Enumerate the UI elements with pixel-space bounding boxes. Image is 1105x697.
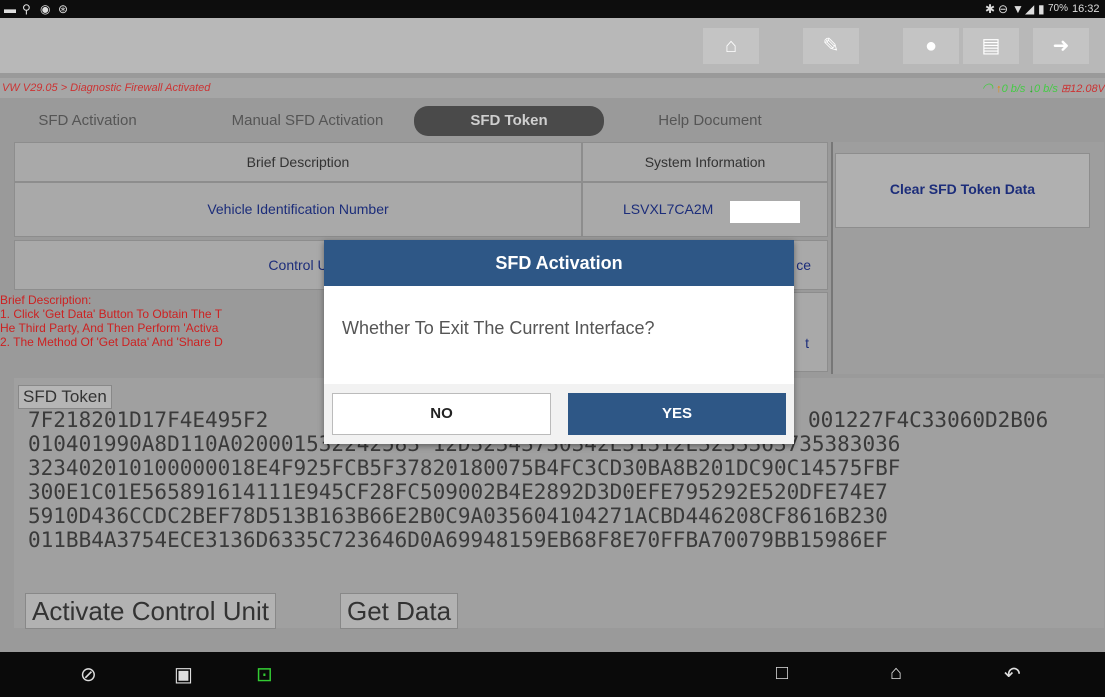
tab-bar: SFD Activation Manual SFD Activation SFD… — [10, 101, 830, 141]
download-rate: 0 b/s — [1033, 83, 1058, 95]
accessibility-icon: ⊛ — [58, 2, 69, 16]
voltage: 12.08V — [1070, 83, 1105, 95]
upload-rate: 0 b/s — [1001, 83, 1026, 95]
table-header-brief: Brief Description — [14, 142, 582, 182]
dialog-buttons: NO YES — [324, 384, 794, 444]
battery-level: 70% — [1048, 3, 1069, 14]
gallery-icon[interactable]: ▣ — [174, 662, 193, 687]
clear-sfd-token-button[interactable]: Clear SFD Token Data — [835, 153, 1090, 228]
vin-label: Vehicle Identification Number — [14, 182, 582, 237]
browser-icon[interactable]: ⊘ — [80, 662, 97, 687]
vin-redaction — [730, 201, 800, 223]
activate-control-unit-button[interactable]: Activate Control Unit — [25, 593, 276, 629]
tab-manual-sfd-activation[interactable]: Manual SFD Activation — [200, 106, 415, 136]
get-data-button[interactable]: Get Data — [340, 593, 459, 629]
battery-voltage-icon: ⊞ — [1060, 83, 1071, 95]
navigation-bar: ⊘ ▣ ⊡ □ ⌂ ↶ — [0, 652, 1105, 697]
tab-sfd-token[interactable]: SFD Token — [414, 106, 604, 136]
home-icon[interactable]: ⌂ — [703, 28, 759, 64]
token-label: SFD Token — [18, 385, 112, 409]
no-button[interactable]: NO — [332, 393, 551, 435]
chat-icon[interactable]: ● — [903, 28, 959, 64]
usb-icon: ⚲ — [22, 2, 31, 16]
wifi-icon: ▼ — [1012, 2, 1024, 16]
record-icon: ◉ — [40, 2, 51, 16]
status-bar: ▬ ⚲ ◉ ⊛ ✱ ⊖ ▼ ◢ ▮ 70% 16:32 — [0, 0, 1105, 18]
battery-icon: ▮ — [1038, 2, 1045, 16]
tab-help-document[interactable]: Help Document — [630, 106, 790, 136]
vci-icon[interactable]: ⊡ — [256, 662, 273, 687]
token-line-1: 7F218201D17F4E495F2 — [28, 408, 269, 432]
dialog-title: SFD Activation — [324, 240, 794, 286]
dnd-icon: ⊖ — [998, 2, 1009, 16]
token-line-6: 011BB4A3754ECE3136D6335C723646D0A6994815… — [28, 528, 888, 552]
recents-icon[interactable]: □ — [776, 662, 788, 685]
token-line-1-right: 001227F4C33060D2B06 — [808, 408, 1049, 432]
signal-icon: ◢ — [1025, 2, 1035, 16]
table-header-system-info: System Information — [582, 142, 828, 182]
edit-icon[interactable]: ✎ — [803, 28, 859, 64]
yes-button[interactable]: YES — [568, 393, 786, 435]
top-toolbar: ⌂ ✎ ● ▤ ➜ — [0, 18, 1105, 73]
home-nav-icon[interactable]: ⌂ — [890, 662, 902, 685]
breadcrumb: VW V29.05 > Diagnostic Firewall Activate… — [0, 78, 1105, 98]
bluetooth-icon: ✱ — [985, 2, 996, 16]
tab-sfd-activation[interactable]: SFD Activation — [10, 106, 165, 136]
token-line-4: 300E1C01E565891614111E945CF28FC509002B4E… — [28, 480, 888, 504]
print-icon[interactable]: ▤ — [963, 28, 1019, 64]
token-line-3: 323402010100000018E4F925FCB5F37820180075… — [28, 456, 901, 480]
back-icon[interactable]: ↶ — [1004, 662, 1021, 687]
exit-confirm-dialog: SFD Activation Whether To Exit The Curre… — [324, 240, 794, 444]
wifi-icon: ◠ — [981, 80, 993, 95]
network-status: ◠ ↑0 b/s ↓0 b/s ⊞12.08V — [982, 78, 1105, 98]
notification-icon: ▬ — [4, 2, 16, 16]
dialog-message: Whether To Exit The Current Interface? — [342, 318, 655, 338]
token-line-5: 5910D436CCDC2BEF78D513B163B66E2B0C9A0356… — [28, 504, 888, 528]
exit-icon[interactable]: ➜ — [1033, 28, 1089, 64]
clock: 16:32 — [1072, 3, 1100, 15]
